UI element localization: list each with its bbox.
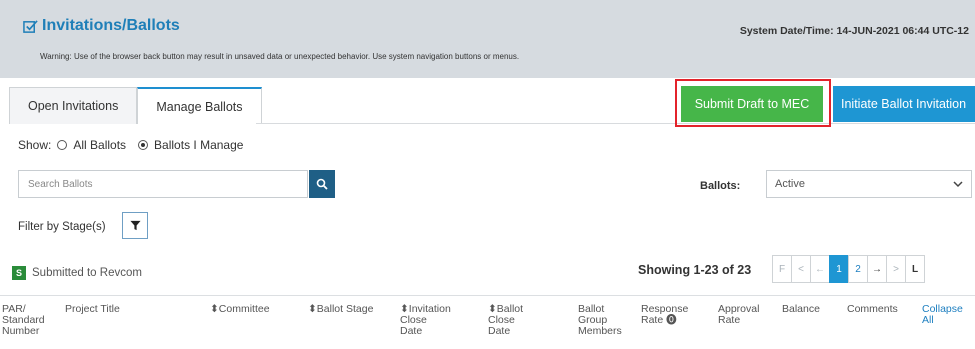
submit-draft-to-mec-button[interactable]: Submit Draft to MEC — [681, 86, 823, 122]
legend-submitted: S Submitted to Revcom — [12, 266, 142, 280]
page-first-button[interactable]: F — [772, 255, 792, 283]
system-datetime: System Date/Time: 14-JUN-2021 06:44 UTC-… — [739, 25, 969, 37]
col-ballot-stage[interactable]: ⬍Ballot Stage — [308, 304, 373, 315]
col-project-title[interactable]: Project Title — [65, 304, 120, 315]
col-committee[interactable]: ⬍Committee — [210, 304, 270, 315]
pagination: F < ← 1 2 → > L — [772, 255, 925, 283]
chevron-down-icon — [953, 181, 963, 188]
show-label: Show: — [18, 138, 52, 152]
col-par-standard-number[interactable]: PAR/ Standard Number — [2, 304, 45, 337]
page-last-button[interactable]: L — [905, 255, 925, 283]
warning-text: Warning: Use of the browser back button … — [40, 52, 520, 61]
page-forward-arrow-button[interactable]: → — [867, 255, 887, 283]
page-title-text: Invitations/Ballots — [42, 17, 180, 34]
initiate-ballot-invitation-button[interactable]: Initiate Ballot Invitation — [833, 86, 975, 122]
col-balance[interactable]: Balance — [782, 304, 820, 315]
col-comments[interactable]: Comments — [847, 304, 898, 315]
legend-text: Submitted to Revcom — [32, 267, 142, 279]
page-header: Invitations/Ballots Warning: Use of the … — [0, 0, 975, 78]
results-count: Showing 1-23 of 23 — [638, 263, 752, 277]
radio-ballots-i-manage[interactable] — [138, 140, 149, 150]
ballots-filter-label: Ballots: — [700, 180, 741, 192]
page-next-button[interactable]: > — [886, 255, 906, 283]
submitted-badge: S — [12, 266, 26, 280]
tab-divider — [256, 123, 975, 124]
ballots-status-value: Active — [775, 178, 805, 190]
tab-manage-ballots[interactable]: Manage Ballots — [137, 87, 262, 124]
radio-ballots-i-manage-label: Ballots I Manage — [154, 138, 244, 152]
show-filter: Show: All Ballots Ballots I Manage — [18, 138, 243, 152]
tab-open-invitations[interactable]: Open Invitations — [9, 87, 138, 124]
search-button[interactable] — [309, 170, 335, 198]
checkbox-edit-icon — [23, 19, 38, 33]
filter-stage-button[interactable] — [122, 212, 148, 239]
page-back-arrow-button[interactable]: ← — [810, 255, 830, 283]
collapse-all-link[interactable]: Collapse All — [922, 304, 963, 326]
page-1-button[interactable]: 1 — [829, 255, 849, 283]
search-icon — [316, 178, 328, 190]
table-header: PAR/ Standard Number Project Title ⬍Comm… — [0, 295, 975, 349]
filter-icon — [129, 220, 141, 231]
tab-bar: Open Invitations Manage Ballots — [9, 87, 262, 124]
radio-all-ballots-label: All Ballots — [73, 138, 127, 152]
col-ballot-close-date[interactable]: ⬍Ballot Close Date — [488, 304, 523, 337]
col-response-rate[interactable]: Response Rate ⓿ — [641, 304, 688, 326]
page-prev-button[interactable]: < — [791, 255, 811, 283]
col-ballot-group-members[interactable]: Ballot Group Members — [578, 304, 622, 337]
page-2-button[interactable]: 2 — [848, 255, 868, 283]
radio-all-ballots[interactable] — [57, 140, 68, 150]
filter-by-stage-label: Filter by Stage(s) — [18, 221, 106, 233]
col-approval-rate[interactable]: Approval Rate — [718, 304, 759, 326]
search-input[interactable]: Search Ballots — [18, 170, 308, 198]
col-invitation-close-date[interactable]: ⬍Invitation Close Date — [400, 304, 451, 337]
page-title: Invitations/Ballots — [23, 17, 180, 35]
ballots-status-select[interactable]: Active — [766, 170, 972, 198]
